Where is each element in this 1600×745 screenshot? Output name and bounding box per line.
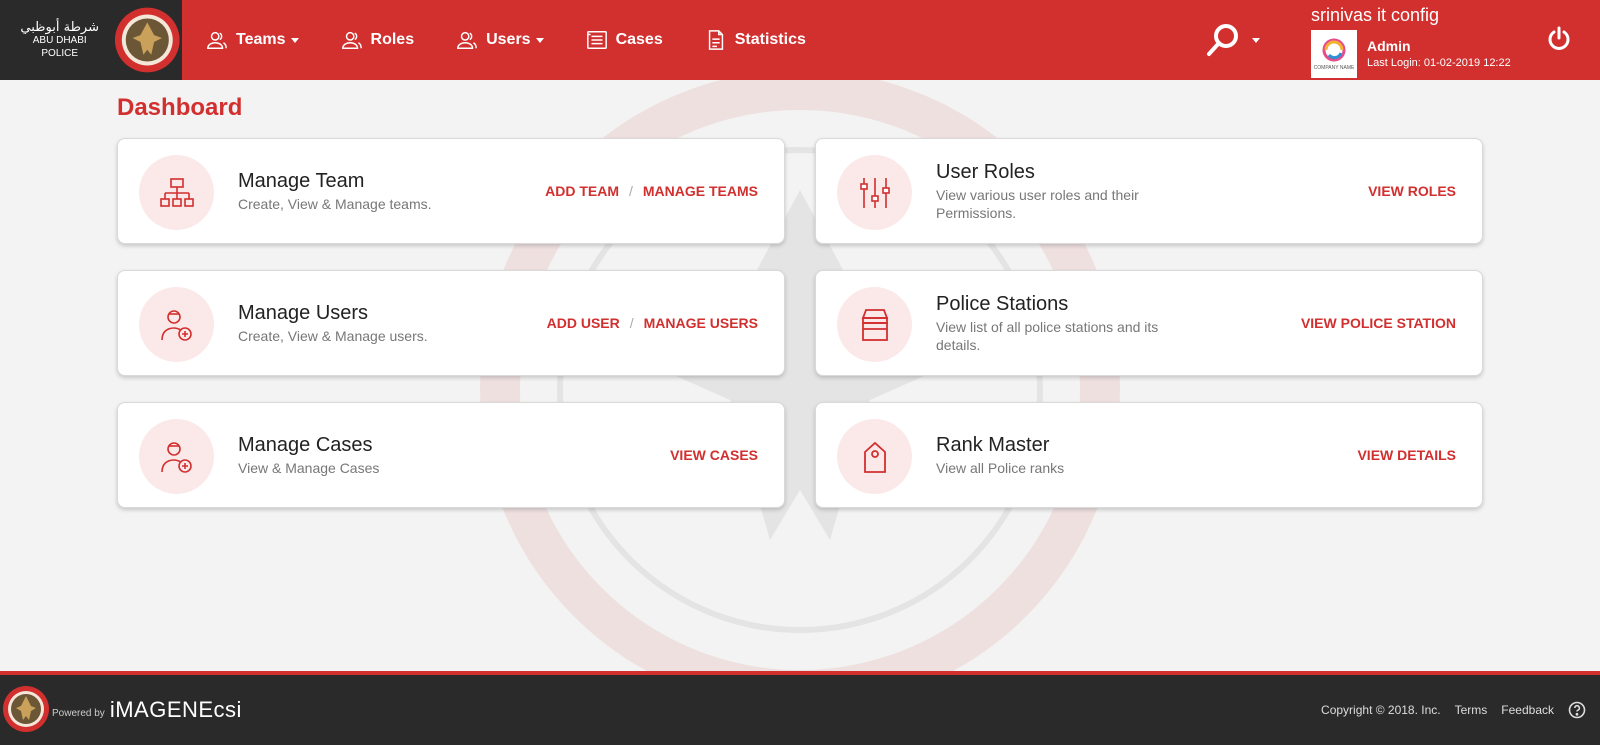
org-chart-icon bbox=[159, 177, 194, 207]
user-name: Admin bbox=[1367, 38, 1411, 54]
brand-english: ABU DHABI POLICE bbox=[32, 34, 87, 59]
brand-logo[interactable]: شرطة أبوظبي ABU DHABI POLICE bbox=[0, 0, 182, 80]
top-navbar: شرطة أبوظبي ABU DHABI POLICE Teams Roles… bbox=[0, 0, 1600, 80]
add-user-link[interactable]: ADD USER bbox=[547, 315, 620, 331]
card-description: View list of all police stations and its… bbox=[936, 319, 1159, 353]
card-title: User Roles bbox=[936, 161, 1035, 183]
footer: Powered by iMAGENEcsi Copyright © 2018. … bbox=[0, 675, 1600, 745]
card-manage-cases: Manage Cases View & Manage Cases VIEW CA… bbox=[117, 402, 785, 508]
view-police-station-link[interactable]: VIEW POLICE STATION bbox=[1301, 315, 1456, 331]
copyright-text: Copyright © 2018. Inc. bbox=[1321, 703, 1441, 717]
logout-button[interactable] bbox=[1546, 26, 1572, 57]
help-icon[interactable] bbox=[1568, 701, 1586, 719]
search-toggle[interactable] bbox=[1205, 22, 1260, 58]
card-title: Manage Team bbox=[238, 170, 365, 192]
card-title: Rank Master bbox=[936, 434, 1050, 456]
feedback-link[interactable]: Feedback bbox=[1501, 703, 1554, 717]
terms-link[interactable]: Terms bbox=[1455, 703, 1488, 717]
nav-cases-label: Cases bbox=[615, 31, 663, 48]
list-document-icon bbox=[586, 31, 607, 49]
company-logo: COMPANY NAME bbox=[1311, 30, 1357, 78]
nav-statistics[interactable]: Statistics bbox=[705, 0, 806, 80]
card-user-roles: User Roles View various user roles and t… bbox=[815, 138, 1483, 244]
last-login: Last Login: 01-02-2019 12:22 bbox=[1367, 57, 1511, 69]
document-icon bbox=[708, 30, 723, 50]
add-user-icon bbox=[160, 309, 192, 341]
nav-users-label: Users bbox=[486, 31, 531, 48]
card-description: View various user roles and their Permis… bbox=[936, 187, 1139, 221]
view-details-link[interactable]: VIEW DETAILS bbox=[1357, 447, 1456, 463]
view-cases-link[interactable]: VIEW CASES bbox=[670, 447, 758, 463]
police-emblem-icon bbox=[115, 7, 181, 73]
nav-users[interactable]: Users bbox=[456, 0, 544, 80]
power-icon bbox=[1548, 26, 1570, 50]
card-description: Create, View & Manage teams. bbox=[238, 196, 432, 212]
card-rank-master: Rank Master View all Police ranks VIEW D… bbox=[815, 402, 1483, 508]
brand-arabic: شرطة أبوظبي bbox=[20, 19, 99, 35]
powered-by-label: Powered by bbox=[52, 707, 105, 719]
add-user-icon bbox=[160, 441, 192, 473]
company-swirl-icon bbox=[1322, 38, 1346, 62]
action-separator: / bbox=[629, 315, 634, 331]
user-organization: srinivas it config bbox=[1311, 5, 1440, 25]
police-station-icon bbox=[861, 308, 888, 341]
chevron-down-icon bbox=[1252, 37, 1260, 43]
add-team-link[interactable]: ADD TEAM bbox=[545, 183, 619, 199]
sliders-icon bbox=[859, 177, 890, 208]
chevron-down-icon bbox=[290, 37, 299, 43]
card-title: Manage Users bbox=[238, 302, 369, 324]
rank-badge-icon bbox=[863, 441, 886, 473]
powered-by-brand: iMAGENEcsi bbox=[109, 697, 242, 722]
view-roles-link[interactable]: VIEW ROLES bbox=[1368, 183, 1456, 199]
action-separator: / bbox=[628, 183, 633, 199]
nav-teams-label: Teams bbox=[236, 31, 286, 48]
manage-teams-link[interactable]: MANAGE TEAMS bbox=[643, 183, 758, 199]
card-manage-users: Manage Users Create, View & Manage users… bbox=[117, 270, 785, 376]
page-title: Dashboard bbox=[117, 94, 243, 121]
nav-statistics-label: Statistics bbox=[734, 31, 806, 48]
nav-roles-label: Roles bbox=[370, 31, 415, 48]
card-police-stations: Police Stations View list of all police … bbox=[815, 270, 1483, 376]
nav-cases[interactable]: Cases bbox=[586, 0, 663, 80]
police-emblem-icon bbox=[3, 686, 49, 732]
users-group-icon bbox=[457, 31, 477, 49]
user-profile[interactable]: srinivas it config COMPANY NAME Admin La… bbox=[1311, 4, 1511, 78]
users-group-icon bbox=[207, 31, 227, 49]
card-description: View all Police ranks bbox=[936, 460, 1065, 476]
users-group-icon bbox=[341, 31, 362, 49]
nav-teams[interactable]: Teams bbox=[206, 0, 299, 80]
manage-users-link[interactable]: MANAGE USERS bbox=[644, 315, 758, 331]
nav-roles[interactable]: Roles bbox=[341, 0, 415, 80]
card-title: Manage Cases bbox=[238, 434, 373, 456]
card-title: Police Stations bbox=[936, 293, 1069, 315]
card-description: View & Manage Cases bbox=[238, 460, 380, 476]
card-description: Create, View & Manage users. bbox=[238, 328, 428, 344]
main-nav: Teams Roles Users Cases Statistics bbox=[206, 0, 848, 80]
chevron-down-icon bbox=[535, 37, 544, 43]
search-icon bbox=[1207, 24, 1238, 56]
company-logo-text: COMPANY NAME bbox=[1313, 65, 1355, 71]
card-manage-team: Manage Team Create, View & Manage teams.… bbox=[117, 138, 785, 244]
